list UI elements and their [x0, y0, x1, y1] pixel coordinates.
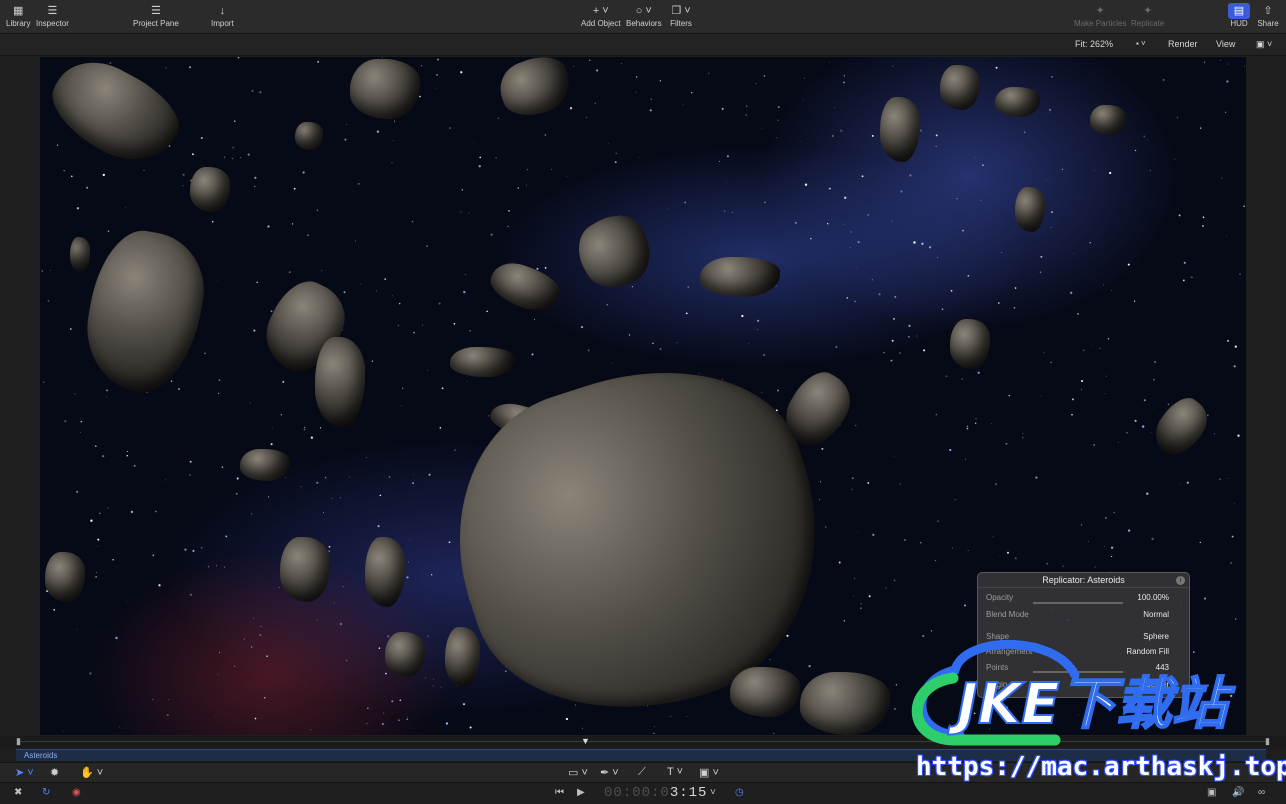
volume-icon[interactable]: 🔊 — [1232, 787, 1244, 798]
pan-tool-icon[interactable]: ✋ ˅ — [80, 766, 103, 779]
channels-menu[interactable]: ▪ ˅ — [1136, 39, 1146, 48]
plus-icon: + ˅ — [592, 5, 609, 17]
hud-icon: ▤ — [1228, 3, 1250, 19]
library-icon: ▦ — [13, 5, 24, 17]
watermark-url: https://mac.arthaskj.top — [916, 752, 1286, 782]
viewer-options-bar: Fit: 262% ▪ ˅ Render View ▣ ˅ — [0, 34, 1286, 56]
library-button[interactable]: ▦ Library — [6, 3, 30, 29]
timecode-menu-icon[interactable]: ˅ — [710, 787, 716, 798]
asteroid — [995, 87, 1040, 117]
add-object-button[interactable]: + ˅ Add Object — [581, 3, 621, 29]
paint-stroke-tool-icon[interactable]: ⟋ — [638, 766, 646, 779]
timing-icon[interactable]: ◷ — [735, 787, 744, 798]
hud-title: Replicator: Asteroids — [978, 573, 1189, 588]
hud-row-opacity[interactable]: Opacity 100.00% — [986, 593, 1169, 602]
render-menu[interactable]: Render — [1168, 39, 1198, 49]
info-icon[interactable]: i — [1176, 576, 1185, 585]
go-to-start-icon[interactable]: ⏮ — [555, 787, 564, 798]
loop-icon[interactable]: ↻ — [42, 787, 50, 798]
asteroid — [315, 337, 365, 427]
share-button[interactable]: ⇧ Share — [1257, 3, 1279, 29]
filters-icon: ❐ ˅ — [671, 5, 691, 17]
view-menu[interactable]: View — [1216, 39, 1235, 49]
asteroid — [365, 537, 405, 607]
asteroid — [1090, 105, 1126, 135]
layer-name: Asteroids — [24, 751, 58, 760]
behaviors-button[interactable]: ○ ˅ Behaviors — [626, 3, 662, 29]
asteroid — [700, 257, 780, 297]
shape-tool-icon[interactable]: ▭ ˅ — [568, 766, 588, 779]
asteroid — [730, 667, 800, 717]
share-icon: ⇧ — [1263, 5, 1273, 17]
asteroid — [950, 319, 990, 369]
text-tool-icon[interactable]: T ˅ — [667, 766, 683, 778]
import-button[interactable]: ↓ Import — [211, 3, 234, 29]
import-icon: ↓ — [219, 5, 226, 17]
timecode-display[interactable]: 00:00:03:15 — [604, 785, 707, 801]
replicate-button[interactable]: ✦ Replicate — [1131, 3, 1164, 29]
mute-icon[interactable]: ✖ — [14, 787, 22, 798]
inspector-icon: ☰ — [47, 5, 58, 17]
behaviors-icon: ○ ˅ — [635, 5, 652, 17]
watermark-logo-text: JKE下载站 — [947, 672, 1235, 737]
asteroid — [450, 347, 515, 377]
watermark-logo: JKE下载站 — [911, 640, 1236, 746]
asteroid — [350, 59, 420, 119]
top-toolbar: ▦ Library ☰ Inspector ☰ Project Pane ↓ I… — [0, 0, 1286, 34]
pen-tool-icon[interactable]: ✒ ˅ — [600, 766, 619, 779]
transport-bar: ✖ ↻ ◉ ⏮ ▶ 00:00:03:15 ˅ ◷ ▣ 🔊 ∞ — [0, 782, 1286, 804]
inspector-button[interactable]: ☰ Inspector — [36, 3, 69, 29]
asteroid — [280, 537, 330, 602]
play-range-in-marker[interactable]: ▮ — [16, 736, 21, 747]
hud-row-blend-mode[interactable]: Blend Mode Normal — [986, 610, 1169, 619]
asteroid — [1015, 187, 1045, 232]
expand-icon[interactable]: ∞ — [1258, 787, 1265, 798]
layout-icon[interactable]: ▣ ˅ — [1256, 39, 1272, 50]
project-pane-button[interactable]: ☰ Project Pane — [133, 3, 179, 29]
camera-tool-icon[interactable]: ✹ — [50, 766, 59, 779]
playhead[interactable]: ▼ — [581, 736, 590, 746]
select-tool-icon[interactable]: ➤ ˅ — [15, 766, 34, 779]
opacity-slider[interactable] — [1033, 602, 1123, 604]
asteroid — [190, 167, 230, 212]
make-particles-icon: ✦ — [1095, 5, 1105, 17]
asteroid — [70, 237, 90, 272]
make-particles-button[interactable]: ✦ Make Particles — [1074, 3, 1126, 29]
asteroid — [800, 672, 890, 735]
hud-button[interactable]: ▤ HUD — [1228, 3, 1250, 29]
project-pane-icon: ☰ — [150, 5, 161, 17]
mask-tool-icon[interactable]: ▣ ˅ — [699, 766, 719, 779]
replicate-icon: ✦ — [1143, 5, 1153, 17]
asteroid — [240, 449, 290, 481]
asteroid — [880, 97, 920, 162]
asteroid — [385, 632, 425, 677]
asteroid — [45, 552, 85, 602]
filters-button[interactable]: ❐ ˅ Filters — [670, 3, 692, 29]
timeline-toggle-icon[interactable]: ▣ — [1207, 787, 1216, 798]
asteroid — [445, 627, 480, 687]
asteroid — [940, 65, 980, 110]
play-icon[interactable]: ▶ — [577, 787, 585, 798]
zoom-fit-menu[interactable]: Fit: 262% — [1075, 39, 1113, 49]
record-icon[interactable]: ◉ — [72, 787, 81, 798]
asteroid — [295, 122, 323, 150]
